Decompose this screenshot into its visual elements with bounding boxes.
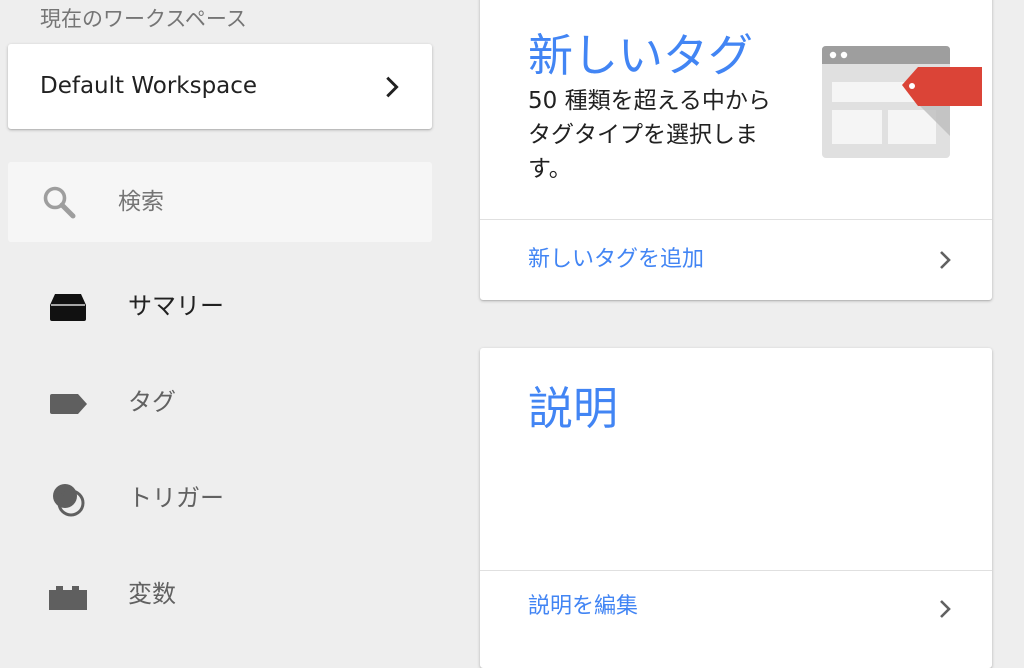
search-icon: [43, 186, 76, 219]
variables-icon: [49, 586, 87, 610]
chevron-right-icon: [386, 76, 399, 98]
trigger-icon: [53, 484, 85, 517]
new-tag-card: 新しいタグ 50 種類を超える中からタグタイプを選択します。 新しいタグを追加: [480, 0, 992, 300]
nav-item-triggers[interactable]: トリガー: [8, 462, 432, 534]
summary-icon: [50, 294, 86, 321]
edit-description-link[interactable]: 説明を編集: [480, 571, 992, 651]
edit-description-label: 説明を編集: [528, 594, 639, 619]
nav-label-triggers: トリガー: [128, 484, 224, 512]
add-new-tag-link[interactable]: 新しいタグを追加: [480, 220, 992, 300]
description-title: 説明: [528, 382, 619, 435]
workspace-caption: 現在のワークスペース: [40, 7, 247, 31]
nav-label-tags: タグ: [128, 388, 176, 416]
new-tag-title: 新しいタグ: [528, 29, 754, 82]
workspace-name: Default Workspace: [40, 73, 258, 99]
workspace-selector[interactable]: Default Workspace: [8, 44, 432, 129]
new-tag-description: 50 種類を超える中からタグタイプを選択します。: [528, 88, 771, 182]
chevron-right-icon: [940, 600, 951, 618]
tag-illustration: [822, 46, 982, 158]
chevron-right-icon: [940, 251, 951, 269]
description-card: 説明 説明を編集: [480, 348, 992, 668]
search-box: [8, 162, 432, 242]
nav-item-variables[interactable]: 変数: [8, 558, 432, 630]
nav-label-summary: サマリー: [128, 292, 224, 320]
add-new-tag-label: 新しいタグを追加: [528, 247, 705, 272]
nav-item-summary[interactable]: サマリー: [8, 270, 432, 342]
tag-icon: [50, 394, 87, 414]
nav-label-variables: 変数: [128, 580, 176, 608]
search-input[interactable]: [118, 182, 408, 222]
nav-item-tags[interactable]: タグ: [8, 366, 432, 438]
